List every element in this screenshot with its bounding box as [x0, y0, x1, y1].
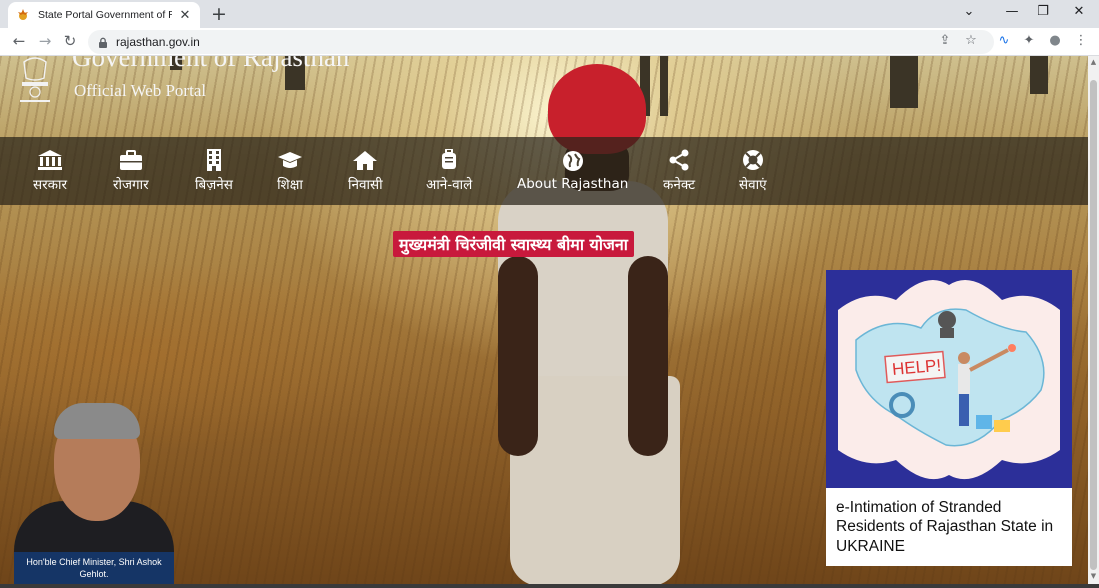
back-button[interactable]: ← — [9, 32, 29, 50]
nav-item-label: सेवाएं — [739, 177, 767, 193]
nav-item-aane-wale[interactable]: आने-वाले — [426, 137, 472, 205]
cm-hair — [54, 403, 140, 439]
tree-trunk — [660, 56, 668, 116]
farmer-arm — [498, 256, 538, 456]
ukraine-intimation-card[interactable]: HELP! e-Intimation of Stranded Residents… — [826, 270, 1072, 566]
nav-item-label: सरकार — [33, 177, 68, 193]
nav-item-about-rajasthan[interactable]: About Rajasthan — [517, 137, 628, 205]
restore-button[interactable]: ❐ — [1031, 4, 1055, 19]
nav-item-label: कनेक्ट — [663, 177, 696, 193]
nav-item-label: आने-वाले — [426, 177, 473, 193]
globe-icon — [562, 151, 583, 171]
farmer-arm — [628, 256, 668, 456]
browser-tab[interactable]: State Portal Government of Rajasthan ✕ — [8, 2, 200, 28]
tab-title: State Portal Government of Rajasthan — [38, 9, 172, 21]
address-bar[interactable]: rajasthan.gov.in — [88, 30, 994, 54]
luggage-icon — [442, 149, 457, 169]
nav-item-sevaen[interactable]: सेवाएं — [739, 137, 767, 205]
scroll-up-arrow-icon[interactable]: ▲ — [1088, 58, 1099, 68]
page-scrollbar[interactable]: ▲ ▼ — [1088, 56, 1099, 584]
nav-item-connect[interactable]: कनेक्ट — [663, 137, 695, 205]
lifebuoy-icon — [742, 150, 763, 170]
share-icon — [669, 149, 689, 171]
tab-close-icon[interactable]: ✕ — [178, 8, 192, 23]
nav-item-label: About Rajasthan — [517, 176, 629, 192]
nav-item-label: शिक्षा — [277, 177, 303, 193]
rajasthan-map-help-illustration: HELP! — [838, 280, 1060, 480]
portal-subtitle: Official Web Portal — [74, 81, 207, 100]
bookmark-star-icon[interactable]: ☆ — [962, 33, 980, 48]
share-icon[interactable]: ⇪ — [936, 33, 954, 48]
bank-icon — [38, 150, 63, 170]
scheme-banner-link[interactable]: मुख्यमंत्री चिरंजीवी स्वास्थ्य बीमा योजन… — [393, 231, 634, 257]
extensions-puzzle-icon[interactable]: ✦ — [1020, 33, 1038, 48]
card-title[interactable]: e-Intimation of Stranded Residents of Ra… — [836, 498, 1066, 556]
new-tab-button[interactable]: + — [209, 3, 229, 25]
nav-item-sarkar[interactable]: सरकार — [33, 137, 67, 205]
nav-item-niwasi[interactable]: निवासी — [348, 137, 383, 205]
nav-item-label: बिज़नेस — [195, 177, 233, 193]
close-window-button[interactable]: ✕ — [1067, 4, 1091, 19]
browser-toolbar: ← → ↻ rajasthan.gov.in ⇪ ☆ ∿ ✦ ● ⋮ — [0, 28, 1099, 56]
briefcase-icon — [119, 150, 142, 170]
graduation-cap-icon — [278, 152, 302, 168]
card-image: HELP! — [826, 270, 1072, 488]
tree-trunk — [1030, 56, 1048, 94]
lock-icon[interactable] — [98, 37, 108, 48]
nav-item-rojgar[interactable]: रोजगार — [113, 137, 149, 205]
url-text[interactable]: rajasthan.gov.in — [116, 35, 200, 49]
scroll-down-arrow-icon[interactable]: ▼ — [1088, 572, 1099, 582]
nav-item-label: रोजगार — [113, 177, 149, 193]
tree-trunk — [890, 56, 918, 108]
building-icon — [206, 149, 221, 171]
minimize-button[interactable]: — — [1000, 4, 1024, 19]
rajasthan-favicon-icon — [18, 9, 28, 20]
reload-button[interactable]: ↻ — [60, 32, 80, 50]
cm-caption: Hon'ble Chief Minister, Shri Ashok Gehlo… — [14, 552, 174, 584]
nav-item-business[interactable]: बिज़नेस — [195, 137, 233, 205]
forward-button[interactable]: → — [35, 32, 55, 50]
tab-search-dropdown-icon[interactable]: ⌄ — [957, 4, 981, 19]
state-emblem-logo[interactable] — [14, 56, 56, 110]
tab-strip: State Portal Government of Rajasthan ✕ +… — [0, 0, 1099, 28]
extension-icon[interactable]: ∿ — [995, 33, 1013, 48]
main-navbar: सरकार रोजगार बिज़नेस शिक्षा निवासी आने-व… — [0, 137, 1088, 205]
page-hero: Government of Rajasthan Official Web Por… — [0, 56, 1088, 584]
portal-title[interactable]: Government of Rajasthan — [72, 56, 349, 73]
bottom-edge — [0, 584, 1099, 588]
profile-avatar-icon[interactable]: ● — [1046, 33, 1064, 48]
nav-item-shiksha[interactable]: शिक्षा — [277, 137, 303, 205]
scrollbar-thumb[interactable] — [1090, 80, 1097, 570]
nav-item-label: निवासी — [348, 177, 383, 193]
browser-menu-icon[interactable]: ⋮ — [1072, 33, 1090, 48]
home-icon — [353, 151, 378, 170]
